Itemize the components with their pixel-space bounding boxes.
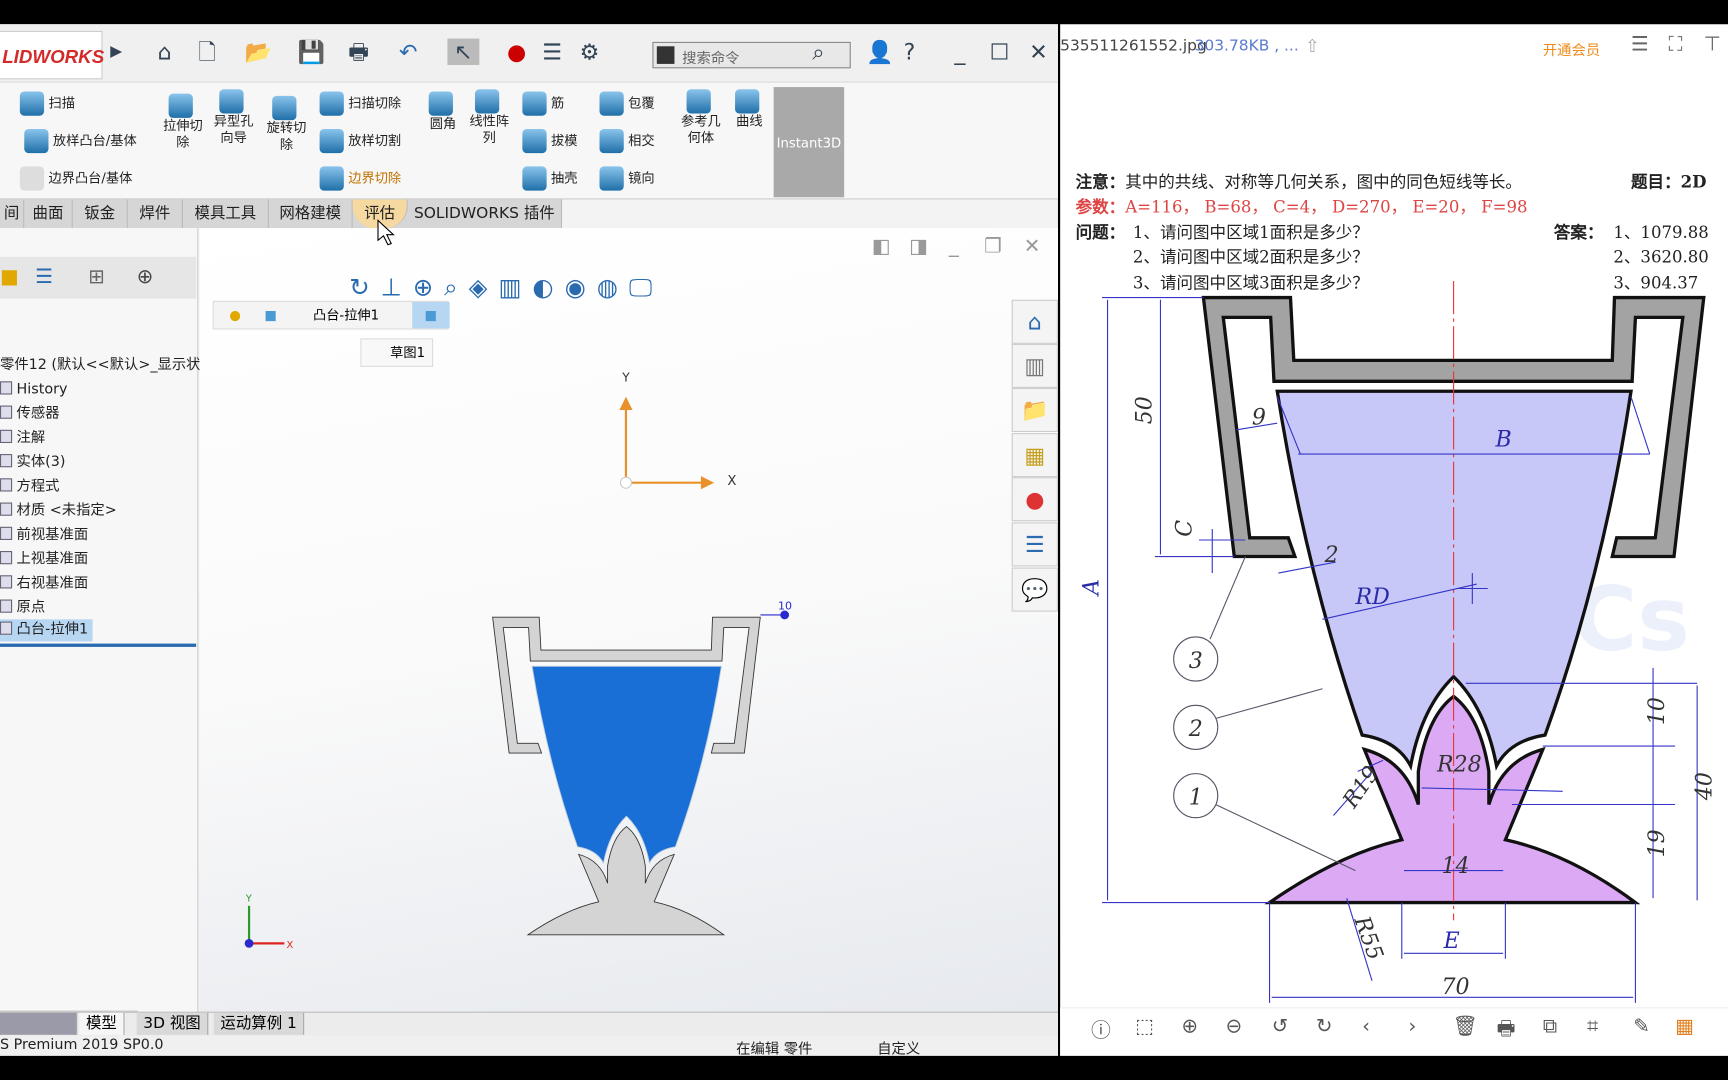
svg-text:Y: Y <box>245 893 253 904</box>
part-sketch-geometry[interactable] <box>492 616 761 936</box>
svg-text:R28: R28 <box>1436 752 1482 777</box>
y-axis-label: Y <box>621 370 630 384</box>
svg-text:C: C <box>1172 520 1197 537</box>
svg-text:70: 70 <box>1441 975 1469 1000</box>
svg-text:A: A <box>1080 579 1105 597</box>
svg-text:50: 50 <box>1133 396 1158 424</box>
svg-text:E: E <box>1443 929 1460 954</box>
svg-text:9: 9 <box>1252 405 1266 430</box>
svg-text:14: 14 <box>1441 854 1469 879</box>
svg-text:B: B <box>1494 427 1511 452</box>
svg-text:3: 3 <box>1189 649 1203 674</box>
cup-base[interactable] <box>527 826 725 936</box>
svg-text:19: 19 <box>1645 829 1670 857</box>
svg-text:2: 2 <box>1324 543 1339 568</box>
svg-text:1: 1 <box>1189 785 1203 810</box>
drawings-layer: 10 Y X Y X CaTICs A 50 9 B C 2 RD R19 R2… <box>244 219 1717 1003</box>
dimension-value[interactable]: 10 <box>778 599 792 612</box>
x-axis-label: X <box>727 474 736 489</box>
svg-text:R55: R55 <box>1348 912 1387 963</box>
reference-drawing: CaTICs A 50 9 B C 2 RD R19 R28 14 10 40 … <box>1080 281 1717 1003</box>
svg-text:2: 2 <box>1188 717 1203 742</box>
origin-triad: Y X <box>619 370 736 490</box>
svg-text:X: X <box>287 940 294 951</box>
reference-triad[interactable]: Y X <box>244 893 294 951</box>
svg-text:RD: RD <box>1355 585 1391 610</box>
svg-text:10: 10 <box>1645 697 1670 725</box>
svg-text:40: 40 <box>1692 772 1717 801</box>
mouse-cursor <box>377 219 395 246</box>
